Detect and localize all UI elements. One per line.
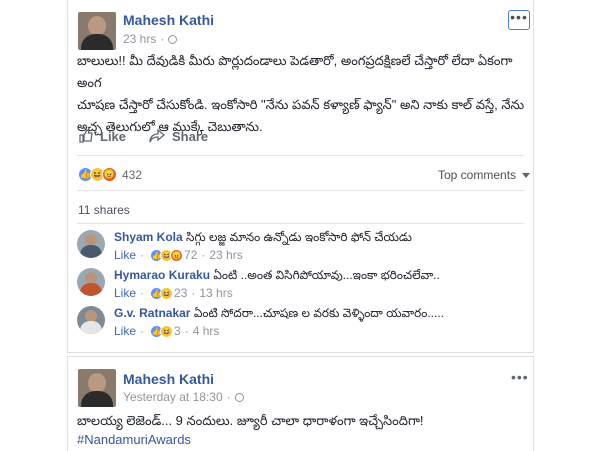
comment-reaction-count: 23 [174, 286, 188, 300]
haha-reaction-icon: 😆 [160, 324, 174, 338]
commenter-name[interactable]: Hymarao Kuraku [114, 268, 210, 282]
angry-reaction-icon: 😠 [170, 248, 184, 262]
globe-icon [168, 34, 178, 44]
comment-item: G.v. Ratnakar ఏంటి సోదరా...చూషణ ల వరకు వ… [77, 306, 522, 344]
commenter-avatar[interactable] [77, 268, 105, 296]
comment-meta: Like · 👍 😆 23 · 13 hrs [114, 286, 233, 300]
commenter-avatar[interactable] [77, 230, 105, 258]
angry-reaction-icon: 😠 [102, 167, 117, 182]
reaction-summary[interactable]: 👍 😆 😠 432 [78, 167, 142, 182]
commenter-avatar[interactable] [77, 306, 105, 334]
share-label: Share [172, 128, 209, 144]
divider [77, 223, 524, 224]
comment-item: Shyam Kola సిగ్గు లజ్జ మానం ఉన్నోడు ఇంకో… [77, 230, 522, 268]
comment-reactions[interactable]: 👍 😆 [150, 324, 174, 338]
comment-meta: Like · 👍 😆 3 · 4 hrs [114, 324, 220, 338]
post-card-2: Mahesh Kathi Yesterday at 18:30 · ••• బా… [67, 356, 534, 451]
like-icon [79, 129, 93, 143]
commenter-name[interactable]: G.v. Ratnakar [114, 306, 190, 320]
post-timestamp[interactable]: 23 hrs · [123, 32, 178, 46]
divider [77, 155, 524, 156]
comment-reactions[interactable]: 👍 😆 😠 [150, 248, 184, 262]
comment-body: Shyam Kola సిగ్గు లజ్జ మానం ఉన్నోడు ఇంకో… [114, 230, 412, 247]
post-text-line-3: అచ్చ తెలుగులో ఆ ముక్కే చెబుతాను. [77, 119, 263, 134]
post-time-text[interactable]: Yesterday at 18:30 [123, 390, 223, 404]
comment-reaction-count: 72 [184, 248, 198, 262]
comment-text: ఏంటి సోదరా...చూషణ ల వరకు వెళ్ళిందా యవారం… [193, 306, 444, 320]
shares-link[interactable]: 11 shares [78, 203, 130, 217]
like-label: Like [100, 128, 127, 144]
author-name[interactable]: Mahesh Kathi [123, 12, 214, 28]
comment-like-link[interactable]: Like [114, 286, 136, 300]
post-text-line-2: చూషణ చేస్తారో చేసుకోండి. ఇంకోసారి "నేను … [77, 97, 525, 112]
divider [77, 190, 524, 191]
post-text: బాలయ్య లెజెండ్... 9 నందులు. జ్యూరీ చాలా … [77, 411, 527, 449]
comment-text: ఏంటి ..అంత విసిగిపోయావు...ఇంకా భరించలేవా… [213, 268, 440, 282]
post-text: బాలులు!! మీ దేవుడికి మీరు పొర్లుదండాలు ప… [77, 50, 527, 138]
comment-reactions[interactable]: 👍 😆 [150, 286, 174, 300]
comment-like-link[interactable]: Like [114, 324, 136, 338]
comment-body: G.v. Ratnakar ఏంటి సోదరా...చూషణ ల వరకు వ… [114, 306, 444, 323]
more-options-icon[interactable]: ••• [511, 370, 529, 384]
comment-like-link[interactable]: Like [114, 248, 136, 262]
comment-time[interactable]: 13 hrs [199, 286, 232, 300]
post-card-1: Mahesh Kathi 23 hrs · ••• బాలులు!! మీ దే… [67, 0, 534, 353]
like-button[interactable]: Like [78, 128, 126, 144]
comment-item: Hymarao Kuraku ఏంటి ..అంత విసిగిపోయావు..… [77, 268, 522, 306]
share-button[interactable]: Share [148, 128, 208, 144]
comment-time[interactable]: 23 hrs [209, 248, 242, 262]
more-options-icon[interactable]: ••• [508, 10, 530, 30]
post-time-text[interactable]: 23 hrs [123, 32, 156, 46]
top-comments-dropdown[interactable]: Top comments [438, 168, 531, 182]
comment-body: Hymarao Kuraku ఏంటి ..అంత విసిగిపోయావు..… [114, 268, 440, 285]
commenter-name[interactable]: Shyam Kola [114, 230, 183, 244]
author-avatar[interactable] [78, 12, 116, 50]
author-avatar[interactable] [78, 369, 116, 407]
comment-meta: Like · 👍 😆 😠 72 · 23 hrs [114, 248, 243, 262]
reaction-count: 432 [122, 167, 143, 182]
hashtag-link[interactable]: #NandamuriAwards [77, 430, 527, 449]
comment-text: సిగ్గు లజ్జ మానం ఉన్నోడు ఇంకోసారి ఫోన్ చ… [186, 230, 412, 244]
author-name[interactable]: Mahesh Kathi [123, 371, 214, 387]
post-timestamp[interactable]: Yesterday at 18:30 · [123, 390, 244, 404]
post-text-line-1: బాలయ్య లెజెండ్... 9 నందులు. జ్యూరీ చాలా … [77, 413, 424, 428]
haha-reaction-icon: 😆 [160, 286, 174, 300]
caret-down-icon [522, 172, 531, 178]
share-icon [149, 128, 166, 143]
globe-icon [234, 392, 244, 402]
comment-time[interactable]: 4 hrs [193, 324, 220, 338]
top-comments-label: Top comments [438, 168, 517, 182]
comment-reaction-count: 3 [174, 324, 181, 338]
post-text-line-1: బాలులు!! మీ దేవుడికి మీరు పొర్లుదండాలు ప… [77, 53, 513, 90]
